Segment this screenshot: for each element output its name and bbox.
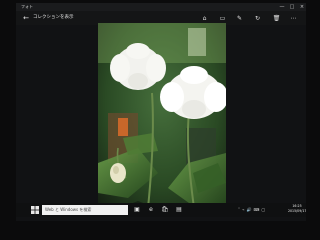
edge-icon[interactable]: e [146,205,156,215]
minimize-icon[interactable]: — [278,3,286,11]
share-icon[interactable]: ⌂ [200,14,209,23]
taskbar-clock[interactable]: 16:25 2015/09/17 [288,204,306,216]
maximize-icon[interactable]: □ [288,3,296,11]
collection-link[interactable]: コレクションを表示 [33,14,74,22]
close-icon[interactable]: × [298,3,306,11]
volume-icon[interactable]: 🔊 [247,207,252,212]
chevron-up-icon[interactable]: ˄ [238,207,240,212]
network-icon[interactable]: ⌁ [242,207,245,212]
notification-icon[interactable]: ▢ [261,207,265,212]
slideshow-icon[interactable]: ▭ [218,14,227,23]
rotate-icon[interactable]: ↻ [253,14,262,23]
orchid-photo [98,23,226,216]
taskbar: Web と Windows を検索 ▣ e 🛍 ▤ ˄ ⌁ 🔊 ⌨ ▢ 16:2… [16,203,306,217]
search-box[interactable]: Web と Windows を検索 [42,205,128,215]
task-view-icon[interactable]: ▣ [132,205,142,215]
photos-app-icon[interactable]: ▤ [174,205,184,215]
photos-window: フォト — □ × ← コレクションを表示 ⌂ ▭ ✎ ↻ 🗑 ⋯ Web と … [16,3,306,221]
keyboard-icon[interactable]: ⌨ [254,207,260,212]
more-icon[interactable]: ⋯ [289,14,298,23]
system-tray[interactable]: ˄ ⌁ 🔊 ⌨ ▢ [238,206,266,214]
clock-date: 2015/09/17 [288,208,306,213]
store-icon[interactable]: 🛍 [160,205,170,215]
windows-start-icon[interactable] [30,205,40,215]
titlebar: フォト — □ × [16,3,306,11]
edit-icon[interactable]: ✎ [235,14,244,23]
back-icon[interactable]: ← [21,13,31,23]
delete-icon[interactable]: 🗑 [272,14,281,23]
app-title: フォト [21,4,33,9]
photo-viewer[interactable] [98,23,226,216]
